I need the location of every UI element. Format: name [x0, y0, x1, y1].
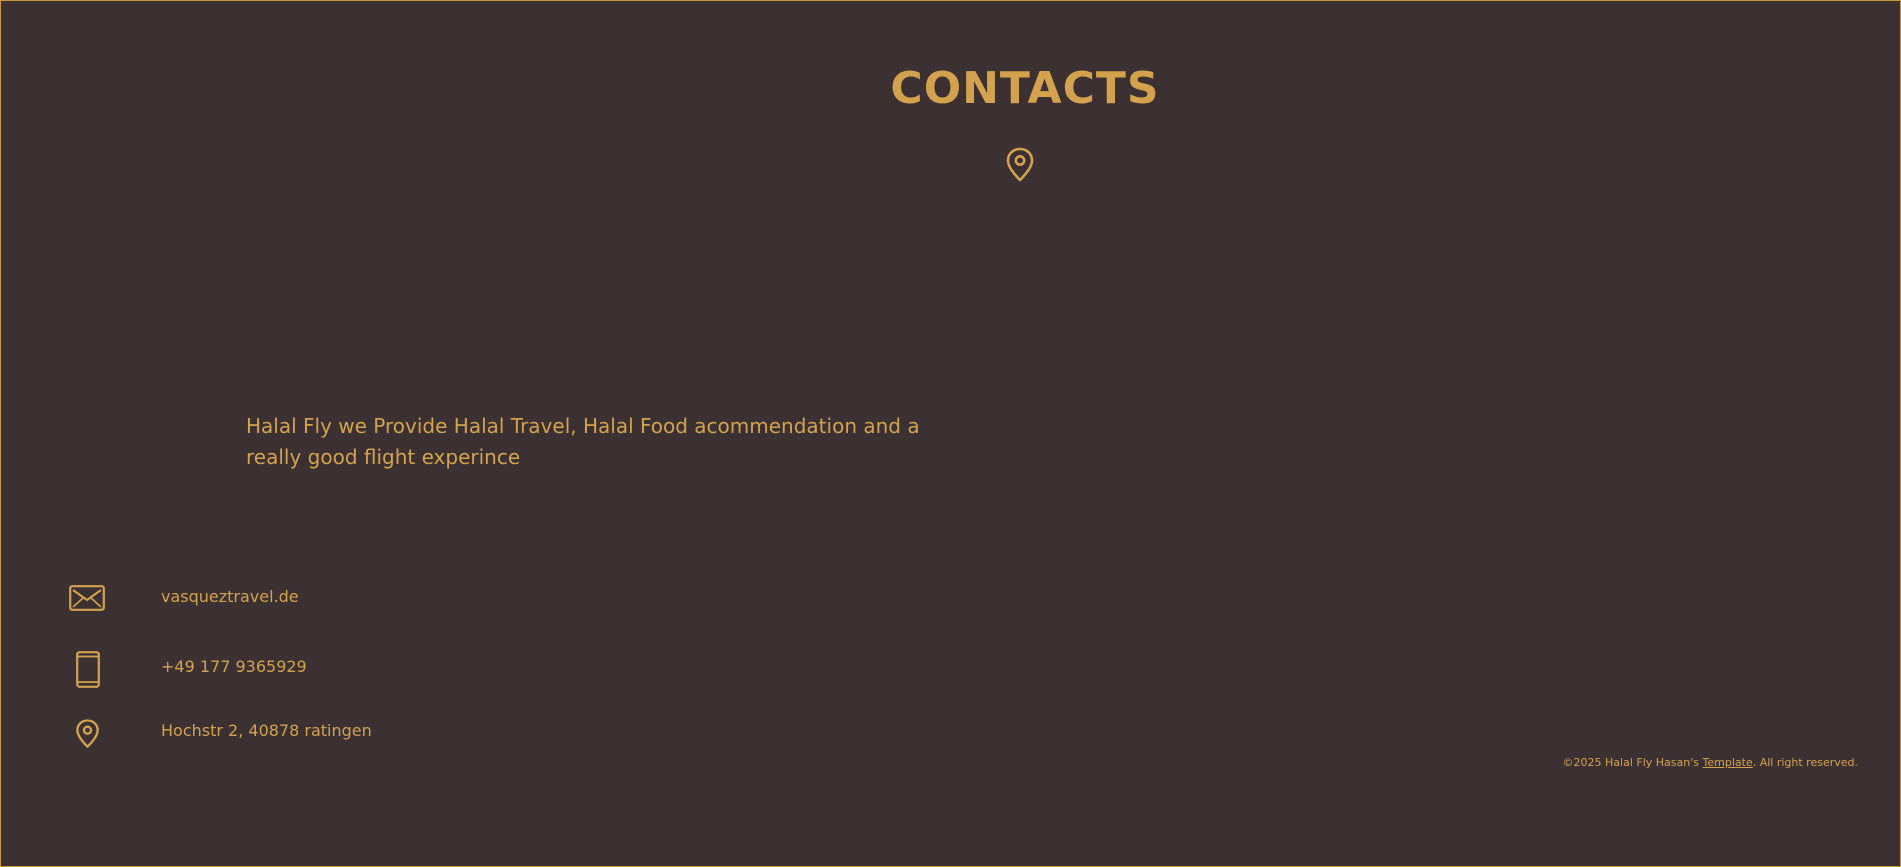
- intro-description: Halal Fly we Provide Halal Travel, Halal…: [246, 414, 920, 469]
- address-text: Hochstr 2, 40878 ratingen: [161, 721, 372, 740]
- smartphone-icon: [76, 651, 100, 688]
- copyright-prefix: ©2025 Halal Fly Hasan's: [1562, 756, 1703, 769]
- map-pin-icon: [76, 719, 99, 748]
- page-title: CONTACTS: [890, 63, 1160, 114]
- copyright-suffix: . All right reserved.: [1752, 756, 1858, 769]
- phone-link[interactable]: +49 177 9365929: [161, 657, 307, 676]
- email-link[interactable]: vasqueztravel.de: [161, 587, 299, 606]
- envelope-icon: [69, 585, 105, 611]
- map-pin-icon: [1006, 147, 1034, 182]
- contacts-page: CONTACTS Halal Fly we Provide Halal Trav…: [0, 0, 1901, 867]
- template-link[interactable]: Template: [1703, 756, 1753, 769]
- copyright-notice: ©2025 Halal Fly Hasan's Template. All ri…: [1563, 756, 1858, 769]
